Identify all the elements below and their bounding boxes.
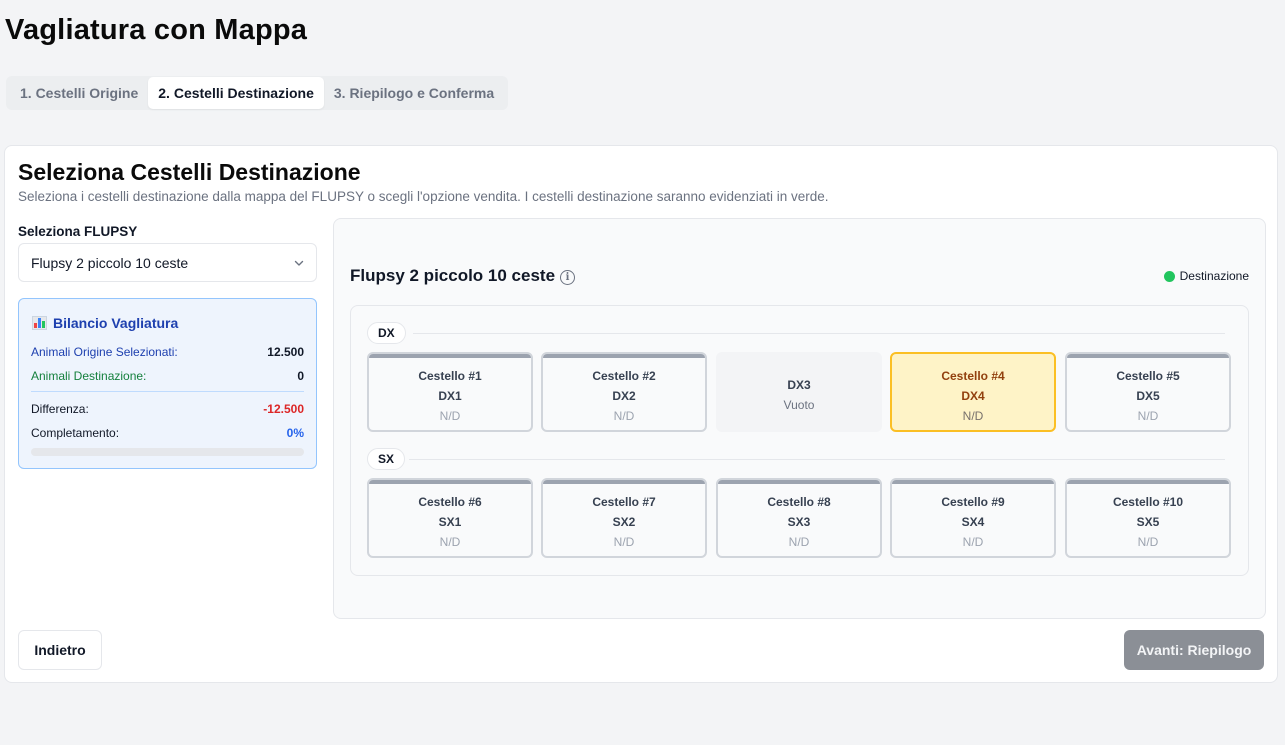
basket-grid: DX Cestello #1 DX1 N/D Cestello #2 DX2 N… [350,305,1249,576]
basket-value: N/D [613,409,635,423]
tab-summary[interactable]: 3. Riepilogo e Conferma [324,77,504,109]
basket-name: Cestello #1 [418,369,482,383]
flupsy-select-value: Flupsy 2 piccolo 10 ceste [31,254,189,271]
legend-label: Destinazione [1179,269,1249,283]
row-divider [409,459,1225,460]
basket-status-bar [369,354,531,358]
tab-destination[interactable]: 2. Cestelli Destinazione [148,77,324,109]
basket-position: DX4 [961,389,985,403]
basket-value: N/D [439,409,461,423]
completion-label: Completamento: [31,426,120,440]
basket-status-bar [369,480,531,484]
basket-value: N/D [1137,409,1159,423]
completion-progress-bar [31,448,304,456]
flupsy-map-panel: Flupsy 2 piccolo 10 ceste i Destinazione… [333,218,1266,619]
step-tabs: 1. Cestelli Origine 2. Cestelli Destinaz… [6,76,509,110]
difference-row: Differenza: -12.500 [31,402,304,416]
basket-name: Cestello #2 [592,369,656,383]
basket-position: DX1 [438,389,462,403]
basket-dx1[interactable]: Cestello #1 DX1 N/D [367,352,533,432]
page-title: Vagliatura con Mappa [5,14,308,46]
destination-card: Seleziona Cestelli Destinazione Selezion… [4,145,1278,683]
map-title-text: Flupsy 2 piccolo 10 ceste [350,266,556,285]
info-icon[interactable]: i [560,269,576,285]
basket-sx5[interactable]: Cestello #10 SX5 N/D [1065,478,1231,558]
card-description: Seleziona i cestelli destinazione dalla … [18,189,829,204]
legend: Destinazione [1163,269,1249,283]
basket-position: SX5 [1136,515,1160,529]
basket-position: DX2 [612,389,636,403]
row-label-dx: DX [367,322,406,344]
basket-name: Cestello #8 [767,495,831,509]
basket-position: DX5 [1136,389,1160,403]
origin-animals-value: 12.500 [267,345,304,359]
basket-value: N/D [1137,535,1159,549]
basket-position: SX1 [438,515,462,529]
basket-sx1[interactable]: Cestello #6 SX1 N/D [367,478,533,558]
basket-dx2[interactable]: Cestello #2 DX2 N/D [541,352,707,432]
basket-name: Cestello #10 [1112,495,1184,509]
basket-position: SX4 [961,515,985,529]
balance-title-text: Bilancio Vagliatura [53,315,179,331]
basket-value: N/D [962,535,984,549]
balance-panel: Bilancio Vagliatura Animali Origine Sele… [18,298,317,469]
chevron-down-icon [294,260,304,266]
dest-animals-label: Animali Destinazione: [31,369,147,383]
basket-dx3: DX3 Vuoto [716,352,882,432]
basket-value: N/D [962,409,984,423]
tab-origin[interactable]: 1. Cestelli Origine [10,77,148,109]
bar-chart-icon [32,316,47,330]
basket-status-bar [543,480,705,484]
basket-status-bar [543,354,705,358]
basket-dx4[interactable]: Cestello #4 DX4 N/D [890,352,1056,432]
legend-dot-icon [1163,270,1175,282]
completion-row: Completamento: 0% [31,426,304,440]
back-button[interactable]: Indietro [18,630,102,670]
row-divider [413,333,1225,334]
basket-status-bar [718,480,880,484]
basket-name: Cestello #9 [941,495,1005,509]
basket-name: Cestello #7 [592,495,656,509]
dest-animals-row: Animali Destinazione: 0 [31,369,304,383]
basket-position: DX3 [787,378,811,392]
basket-sx4[interactable]: Cestello #9 SX4 N/D [890,478,1056,558]
card-title: Seleziona Cestelli Destinazione [18,159,361,185]
flupsy-select-label: Seleziona FLUPSY [18,224,138,239]
balance-title: Bilancio Vagliatura [32,315,178,331]
balance-divider [31,391,304,392]
completion-value: 0% [286,426,304,440]
basket-name: Cestello #5 [1116,369,1180,383]
basket-name: Cestello #4 [941,369,1005,383]
row-label-sx: SX [367,448,406,470]
basket-position: SX3 [787,515,811,529]
basket-value: N/D [439,535,461,549]
difference-label: Differenza: [31,402,89,416]
dest-animals-value: 0 [297,369,304,383]
map-title: Flupsy 2 piccolo 10 ceste i [350,266,576,286]
basket-sx3[interactable]: Cestello #8 SX3 N/D [716,478,882,558]
basket-name: Cestello #6 [418,495,482,509]
basket-sx2[interactable]: Cestello #7 SX2 N/D [541,478,707,558]
basket-status-bar [892,480,1054,484]
basket-status-bar [1067,354,1229,358]
difference-value: -12.500 [263,402,304,416]
basket-dx5[interactable]: Cestello #5 DX5 N/D [1065,352,1231,432]
basket-value: N/D [788,535,810,549]
next-summary-button[interactable]: Avanti: Riepilogo [1124,630,1264,670]
origin-animals-label: Animali Origine Selezionati: [31,345,178,359]
basket-status-bar [1067,480,1229,484]
origin-animals-row: Animali Origine Selezionati: 12.500 [31,345,304,359]
basket-value: N/D [613,535,635,549]
basket-position: SX2 [612,515,636,529]
basket-empty-label: Vuoto [783,398,815,412]
flupsy-select[interactable]: Flupsy 2 piccolo 10 ceste [18,243,317,282]
